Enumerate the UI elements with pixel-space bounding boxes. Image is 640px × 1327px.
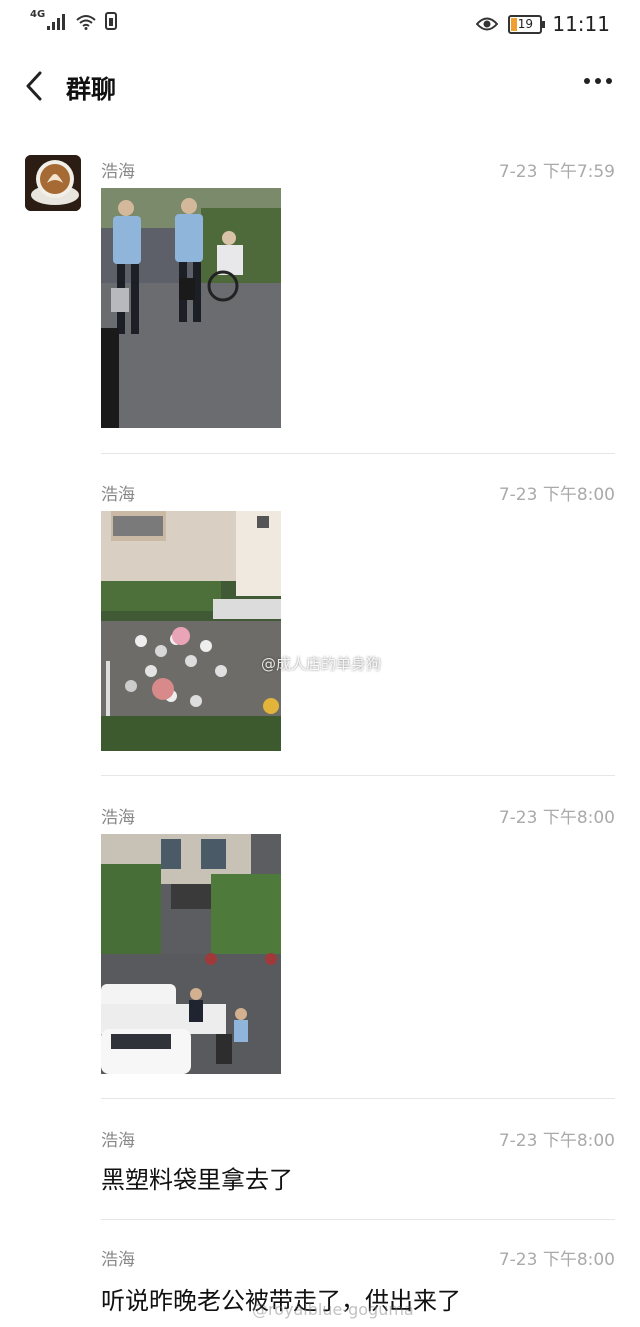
eye-icon <box>476 17 499 31</box>
status-bar: 4G 19 11:11 <box>0 0 640 48</box>
message-item: 浩海 7-23 下午8:00 <box>101 803 615 1078</box>
sender-name[interactable]: 浩海 <box>101 480 135 505</box>
message-divider <box>101 775 615 776</box>
message-time: 7-23 下午8:00 <box>498 1250 615 1270</box>
battery-level: 19 <box>517 16 533 31</box>
message-divider <box>101 1219 615 1220</box>
message-item: 浩海 7-23 下午8:00 @成人店的单身狗 <box>101 480 615 755</box>
message-time: 7-23 下午8:00 <box>498 485 615 505</box>
sim-icon <box>105 12 118 30</box>
clock: 11:11 <box>552 12 610 36</box>
status-left: 4G <box>30 9 118 30</box>
message-time: 7-23 下午8:00 <box>498 1131 615 1151</box>
wifi-icon <box>76 15 96 30</box>
chat-title: 群聊 <box>66 75 117 104</box>
page-watermark: @royalblue-goguma <box>252 1300 414 1319</box>
status-right: 19 11:11 <box>476 12 610 36</box>
sender-name[interactable]: 浩海 <box>101 1245 135 1270</box>
police-officers-walking-photo[interactable] <box>101 188 281 428</box>
message-item: 浩海 7-23 下午7:59 <box>101 157 615 432</box>
back-arrow-icon[interactable] <box>20 68 50 104</box>
network-label: 4G <box>30 9 46 20</box>
message-time: 7-23 下午8:00 <box>498 808 615 828</box>
message-divider <box>101 453 615 454</box>
image-watermark: @成人店的单身狗 <box>261 655 382 673</box>
more-icon[interactable] <box>584 78 612 84</box>
sender-name[interactable]: 浩海 <box>101 1126 135 1151</box>
police-cars-street-photo[interactable] <box>101 834 281 1074</box>
message-text: 黑塑料袋里拿去了 <box>101 1166 293 1194</box>
message-divider <box>101 1098 615 1099</box>
message-item: 浩海 7-23 下午8:00 黑塑料袋里拿去了 <box>101 1126 615 1206</box>
signal-icon <box>47 14 66 30</box>
crowd-outside-building-photo[interactable] <box>101 511 281 751</box>
coffee-cup-icon <box>25 155 81 211</box>
battery-icon: 19 <box>508 14 546 34</box>
avatar[interactable] <box>25 155 81 211</box>
sender-name[interactable]: 浩海 <box>101 803 135 828</box>
chat-header: 群聊 <box>0 56 640 118</box>
message-time: 7-23 下午7:59 <box>498 162 615 182</box>
sender-name[interactable]: 浩海 <box>101 157 135 182</box>
